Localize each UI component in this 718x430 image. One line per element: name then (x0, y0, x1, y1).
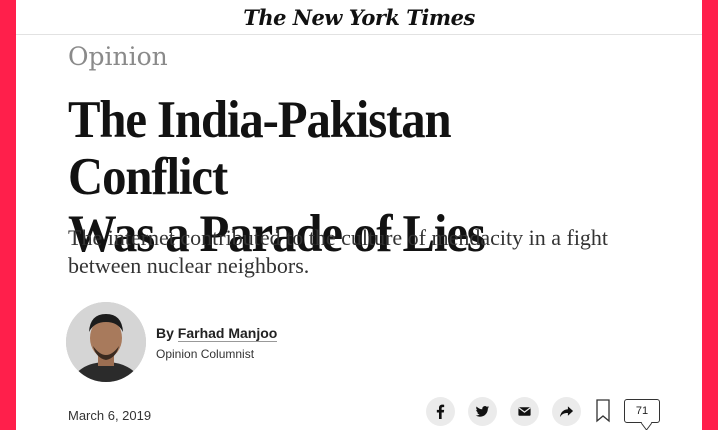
twitter-share-button[interactable] (468, 396, 497, 426)
publish-date: March 6, 2019 (68, 408, 152, 423)
email-share-button[interactable] (510, 396, 539, 426)
save-button[interactable] (594, 397, 612, 425)
nyt-logo[interactable]: The New York Times (243, 5, 475, 30)
bookmark-icon (596, 399, 610, 423)
twitter-icon (475, 405, 490, 417)
facebook-icon (436, 404, 445, 419)
author-link[interactable]: Farhad Manjoo (177, 325, 278, 342)
email-icon (518, 406, 531, 416)
masthead: The New York Times (16, 0, 702, 35)
section-label[interactable]: Opinion (68, 42, 168, 71)
article-page: The New York Times Opinion The India-Pak… (16, 0, 702, 430)
author-role: Opinion Columnist (156, 347, 255, 361)
more-share-button[interactable] (552, 396, 581, 426)
article-summary: The internet contributed to the culture … (68, 225, 609, 278)
comments-button[interactable]: 71 (624, 399, 660, 430)
byline-prefix: By (156, 325, 174, 341)
author-photo (66, 302, 146, 382)
author-avatar[interactable] (66, 302, 146, 382)
byline: By Farhad Manjoo (156, 325, 278, 342)
share-toolbar: 71 (426, 396, 660, 430)
share-icon (559, 405, 574, 417)
comments-icon (641, 416, 652, 430)
headline-line-1: The India-Pakistan Conflict (68, 91, 452, 206)
facebook-share-button[interactable] (426, 396, 455, 426)
